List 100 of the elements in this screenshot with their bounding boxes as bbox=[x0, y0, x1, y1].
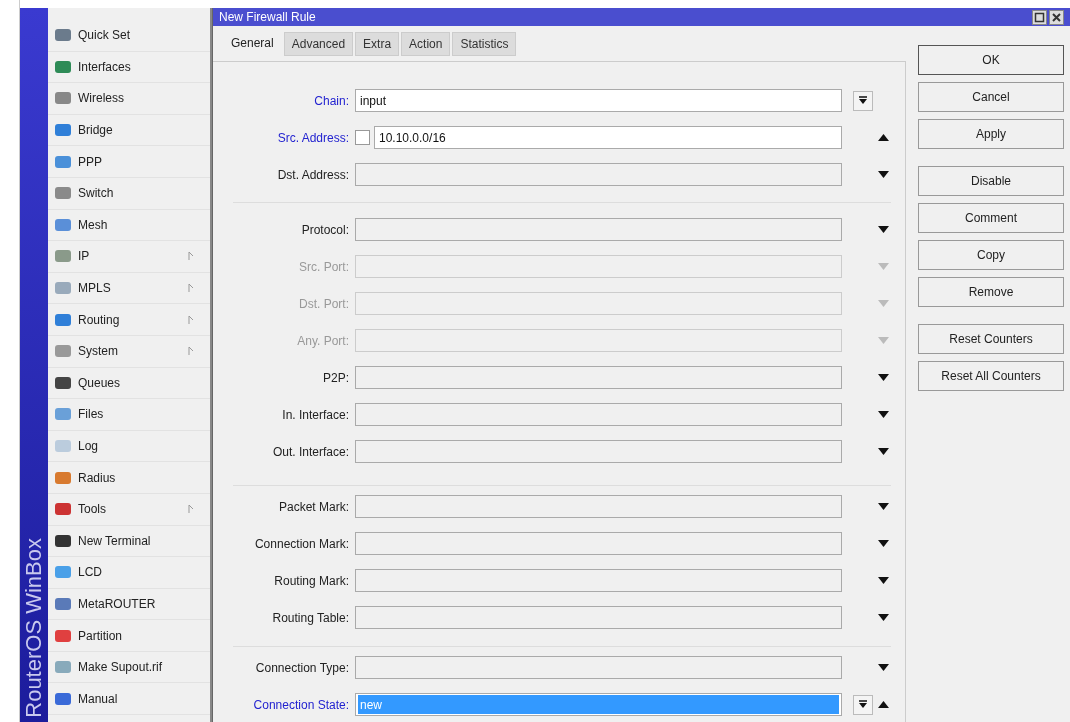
input-field[interactable]: input bbox=[355, 89, 842, 112]
input-field[interactable] bbox=[355, 532, 842, 555]
dialog-button[interactable]: Copy bbox=[918, 240, 1064, 270]
checkbox[interactable] bbox=[355, 130, 370, 145]
menu-item[interactable]: LCD bbox=[48, 557, 210, 589]
dialog-button[interactable]: Remove bbox=[918, 277, 1064, 307]
dialog-button[interactable]: Comment bbox=[918, 203, 1064, 233]
menu-item[interactable]: Interfaces bbox=[48, 51, 210, 84]
input-field[interactable] bbox=[355, 656, 842, 679]
app-icon bbox=[54, 406, 72, 423]
input-field[interactable] bbox=[355, 366, 842, 389]
menu-item[interactable]: MPLS bbox=[48, 272, 210, 305]
input-field[interactable] bbox=[355, 218, 842, 241]
field-label: Out. Interface: bbox=[271, 443, 350, 461]
input-field[interactable] bbox=[355, 606, 842, 629]
down-arrow-icon[interactable] bbox=[878, 448, 889, 455]
app-icon bbox=[54, 532, 72, 549]
dialog-button[interactable]: Reset All Counters bbox=[918, 361, 1064, 391]
field-label: Routing Table: bbox=[271, 609, 350, 627]
app-icon bbox=[54, 311, 72, 328]
field-label: Dst. Address: bbox=[276, 166, 350, 184]
menu-item[interactable]: IP bbox=[48, 241, 210, 273]
down-arrow-icon[interactable] bbox=[878, 226, 889, 233]
field-label: Connection State: bbox=[252, 696, 350, 714]
tab[interactable]: Advanced bbox=[283, 32, 354, 56]
menu-item[interactable]: Tools bbox=[48, 493, 210, 526]
dialog-button[interactable]: OK bbox=[918, 45, 1064, 75]
dialog-button[interactable]: Apply bbox=[918, 119, 1064, 149]
app-icon bbox=[54, 374, 72, 391]
menu-item[interactable]: System bbox=[48, 335, 210, 368]
down-arrow-icon[interactable] bbox=[878, 540, 889, 547]
input-field[interactable] bbox=[355, 440, 842, 463]
up-arrow-icon[interactable] bbox=[878, 701, 889, 708]
field-label: Src. Port: bbox=[298, 258, 350, 276]
up-arrow-icon[interactable] bbox=[878, 134, 889, 141]
field-label: Connection Type: bbox=[254, 659, 350, 677]
menu-item[interactable]: Make Supout.rif bbox=[48, 651, 210, 684]
down-arrow-icon[interactable] bbox=[878, 577, 889, 584]
down-arrow-icon[interactable] bbox=[878, 171, 889, 178]
field-label: Chain: bbox=[313, 92, 350, 110]
down-arrow-icon[interactable] bbox=[878, 614, 889, 621]
app-icon bbox=[54, 58, 72, 75]
menu-item[interactable]: Switch bbox=[48, 177, 210, 210]
field-label: Protocol: bbox=[300, 221, 350, 239]
field-label: P2P: bbox=[322, 369, 350, 387]
dropdown-button[interactable] bbox=[853, 694, 873, 715]
input-field[interactable] bbox=[355, 495, 842, 518]
input-field[interactable]: 10.10.0.0/16 bbox=[374, 126, 842, 149]
menu-item[interactable]: Manual bbox=[48, 683, 210, 716]
app-icon bbox=[54, 153, 72, 170]
close-icon[interactable] bbox=[1049, 9, 1064, 25]
app-icon bbox=[54, 27, 72, 44]
down-arrow-icon[interactable] bbox=[878, 503, 889, 510]
menu-item[interactable]: Log bbox=[48, 430, 210, 463]
app-icon bbox=[54, 90, 72, 107]
dialog-button[interactable]: Reset Counters bbox=[918, 324, 1064, 354]
field-label: Connection Mark: bbox=[253, 535, 350, 553]
app-icon bbox=[54, 122, 72, 139]
down-arrow-icon[interactable] bbox=[878, 374, 889, 381]
dropdown-button[interactable] bbox=[853, 90, 873, 111]
app-icon bbox=[54, 659, 72, 676]
menu-item[interactable]: New Terminal bbox=[48, 525, 210, 558]
brand-title: RouterOS WinBox bbox=[23, 538, 45, 718]
dialog-button[interactable]: Cancel bbox=[918, 82, 1064, 112]
dialog-button[interactable]: Disable bbox=[918, 166, 1064, 196]
app-icon bbox=[54, 690, 72, 707]
field-label: Dst. Port: bbox=[298, 295, 350, 313]
app-icon bbox=[54, 627, 72, 644]
app-icon bbox=[54, 280, 72, 297]
down-arrow-icon[interactable] bbox=[878, 664, 889, 671]
app-icon bbox=[54, 596, 72, 612]
dropdown-icon bbox=[858, 699, 868, 710]
app-icon bbox=[54, 501, 72, 518]
maximize-icon[interactable] bbox=[1032, 9, 1047, 25]
down-arrow-icon[interactable] bbox=[878, 411, 889, 418]
field-label: Routing Mark: bbox=[273, 572, 350, 590]
menu-item[interactable]: MetaROUTER bbox=[48, 588, 210, 621]
input-field[interactable] bbox=[355, 163, 842, 186]
input-field[interactable] bbox=[355, 403, 842, 426]
menu-item[interactable]: Bridge bbox=[48, 114, 210, 147]
tab[interactable]: Extra bbox=[355, 32, 400, 56]
app-icon bbox=[54, 469, 72, 486]
tab[interactable]: Statistics bbox=[452, 32, 517, 56]
menu-item[interactable]: Radius bbox=[48, 462, 210, 494]
tab[interactable]: Action bbox=[401, 32, 451, 56]
menu-item[interactable]: Files bbox=[48, 399, 210, 431]
menu-item[interactable]: Partition bbox=[48, 620, 210, 652]
field-label: Src. Address: bbox=[276, 129, 350, 147]
dropdown-icon bbox=[858, 95, 868, 106]
menu-item[interactable]: Quick Set bbox=[48, 20, 210, 52]
input-field[interactable] bbox=[355, 569, 842, 592]
window-title: New Firewall Rule bbox=[219, 9, 316, 26]
menu-item[interactable]: Routing bbox=[48, 304, 210, 336]
menu-item[interactable]: Queues bbox=[48, 367, 210, 400]
menu-item[interactable]: Mesh bbox=[48, 209, 210, 242]
app-icon bbox=[54, 248, 72, 265]
menu-item[interactable]: PPP bbox=[48, 146, 210, 178]
menu-item[interactable]: Wireless bbox=[48, 83, 210, 115]
app-icon bbox=[54, 216, 72, 233]
app-icon bbox=[54, 185, 72, 202]
